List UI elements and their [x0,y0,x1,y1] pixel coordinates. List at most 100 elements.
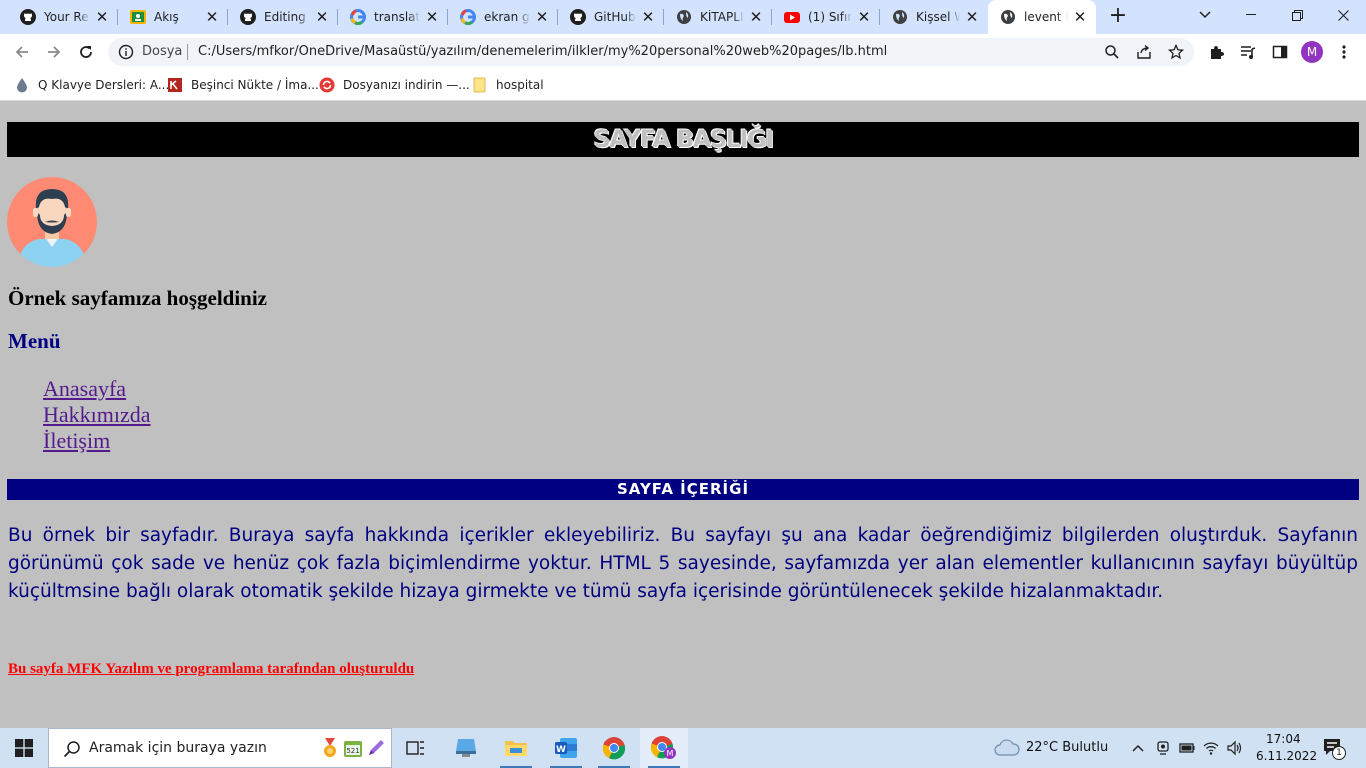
calendar-icon: 521 [344,741,362,757]
taskbar-app-pc[interactable] [442,728,490,768]
new-tab-button[interactable]: + [1106,5,1130,29]
bookmarks-bar: Q Klavye Dersleri: A... Beşinci Nükte / … [0,70,1366,101]
drop-icon [17,78,27,93]
tab-title: Akış [154,10,179,24]
start-button[interactable] [0,728,48,768]
youtube-icon [784,9,800,25]
close-icon[interactable]: ✕ [1072,9,1088,25]
restore-button[interactable] [1274,0,1320,30]
taskbar-search[interactable]: Aramak için buraya yazın 521 [48,728,392,768]
browser-toolbar: Dosya C:/Users/mfkor/OneDrive/Masaüstü/y… [0,34,1366,70]
restore-icon [1291,9,1303,21]
wifi-icon[interactable] [1203,740,1219,756]
svg-text:W: W [556,745,566,755]
taskbar-app-chrome[interactable] [590,728,638,768]
tab-github[interactable]: GitHub ✕ [558,0,664,34]
close-icon[interactable]: ✕ [534,9,550,25]
close-icon[interactable]: ✕ [94,9,110,25]
extensions-button[interactable] [1202,38,1230,66]
tab-title: levent b [1024,10,1068,24]
share-icon[interactable] [1136,44,1152,60]
side-panel-icon [1272,45,1288,59]
chrome-icon [602,737,626,760]
tab-ekran-goruntusu[interactable]: ekran görüntüsü ✕ [448,0,558,34]
reload-button[interactable] [72,38,100,66]
cloud-icon[interactable] [994,739,1020,757]
list-item: Anasayfa [43,376,151,402]
menu-link-iletisim[interactable]: İletişim [43,428,110,453]
bookmark-dosyanizi-indirin[interactable]: Dosyanızı indirin —... [319,76,470,94]
bookmark-besinci-nukte[interactable]: Beşinci Nükte / İma... [167,76,319,94]
notification-button[interactable]: 1 [1322,737,1346,761]
tab-search-button[interactable] [1182,0,1228,30]
forward-button[interactable] [40,38,68,66]
back-button[interactable] [8,38,36,66]
puzzle-icon [1211,46,1224,59]
menu-link-hakkimizda[interactable]: Hakkımızda [43,402,151,427]
bookmark-hospital[interactable]: hospital [472,76,544,94]
zoom-icon[interactable] [1104,44,1120,60]
folder-icon [473,77,486,93]
tab-title: GitHub [594,10,636,24]
tab-your-repositories[interactable]: Your Repositories ✕ [8,0,118,34]
task-view-button[interactable] [392,728,440,768]
clock-date[interactable]: 6.11.2022 [1256,749,1317,763]
taskbar: Aramak için buraya yazın 521 W M 22°C Bu… [0,728,1366,768]
info-icon[interactable] [118,44,134,64]
close-icon[interactable]: ✕ [748,9,764,25]
chevron-up-icon[interactable] [1130,740,1146,756]
tab-akis[interactable]: Akış ✕ [118,0,228,34]
weather-text[interactable]: 22°C Bulutlu [1026,740,1108,755]
page-title: SAYFA BAŞLIĞI [7,122,1359,157]
menu-link-anasayfa[interactable]: Anasayfa [43,376,126,401]
github-icon [570,9,586,25]
close-icon[interactable]: ✕ [204,9,220,25]
side-panel-button[interactable] [1266,38,1294,66]
playlist-icon [1241,46,1256,59]
task-view-icon [406,741,424,755]
globe-icon [892,9,908,25]
chrome-menu-button[interactable] [1330,38,1358,66]
google-icon [350,9,366,25]
bookmark-label: Q Klavye Dersleri: A... [38,78,170,92]
url-text[interactable]: C:/Users/mfkor/OneDrive/Masaüstü/yazılım… [198,44,887,59]
close-icon[interactable]: ✕ [856,9,872,25]
tab-translate[interactable]: translate ✕ [338,0,448,34]
close-icon[interactable]: ✕ [964,9,980,25]
tab-levent-active[interactable]: levent b ✕ [988,0,1096,34]
search-placeholder: Aramak için buraya yazın [89,740,267,756]
list-item: İletişim [43,428,151,454]
computer-icon [456,739,476,757]
tab-title: (1) Sıfırdan [808,10,852,24]
taskbar-app-explorer[interactable] [492,728,540,768]
profile-avatar[interactable]: M [1301,41,1323,63]
address-bar[interactable]: Dosya C:/Users/mfkor/OneDrive/Masaüstü/y… [108,38,1194,66]
close-window-button[interactable] [1320,0,1366,30]
globe-icon [676,9,692,25]
taskbar-app-chrome-profile[interactable]: M [640,728,688,768]
book-icon [168,78,182,92]
footer-credit: Bu sayfa MFK Yazılım ve programlama tara… [8,661,415,677]
tab-strip: Your Repositories ✕ Akış ✕ Editing M ✕ t… [0,0,1366,34]
close-icon[interactable]: ✕ [640,9,656,25]
clock-time[interactable]: 17:04 [1266,732,1301,746]
tab-kitaplik[interactable]: KİTAPLIK ✕ [664,0,772,34]
star-icon[interactable] [1167,43,1185,60]
tab-kissel-web[interactable]: Kişsel Web ✕ [880,0,988,34]
close-icon[interactable]: ✕ [314,9,330,25]
bookmark-klavye[interactable]: Q Klavye Dersleri: A... [14,76,169,94]
chrome-profile-icon: M [650,736,676,759]
tab-title: KİTAPLIK [700,10,744,24]
taskbar-app-word[interactable]: W [542,728,590,768]
close-icon[interactable]: ✕ [424,9,440,25]
battery-icon[interactable] [1179,740,1195,756]
minimize-button[interactable] [1228,0,1274,30]
menu-heading: Menü [8,329,61,353]
speaker-icon[interactable] [1227,740,1243,756]
folder-icon [505,741,527,756]
avatar [7,177,97,267]
tab-sifirdan[interactable]: (1) Sıfırdan ✕ [772,0,880,34]
tab-editing[interactable]: Editing M ✕ [228,0,338,34]
camera-icon[interactable] [1155,740,1171,756]
media-button[interactable] [1234,38,1262,66]
